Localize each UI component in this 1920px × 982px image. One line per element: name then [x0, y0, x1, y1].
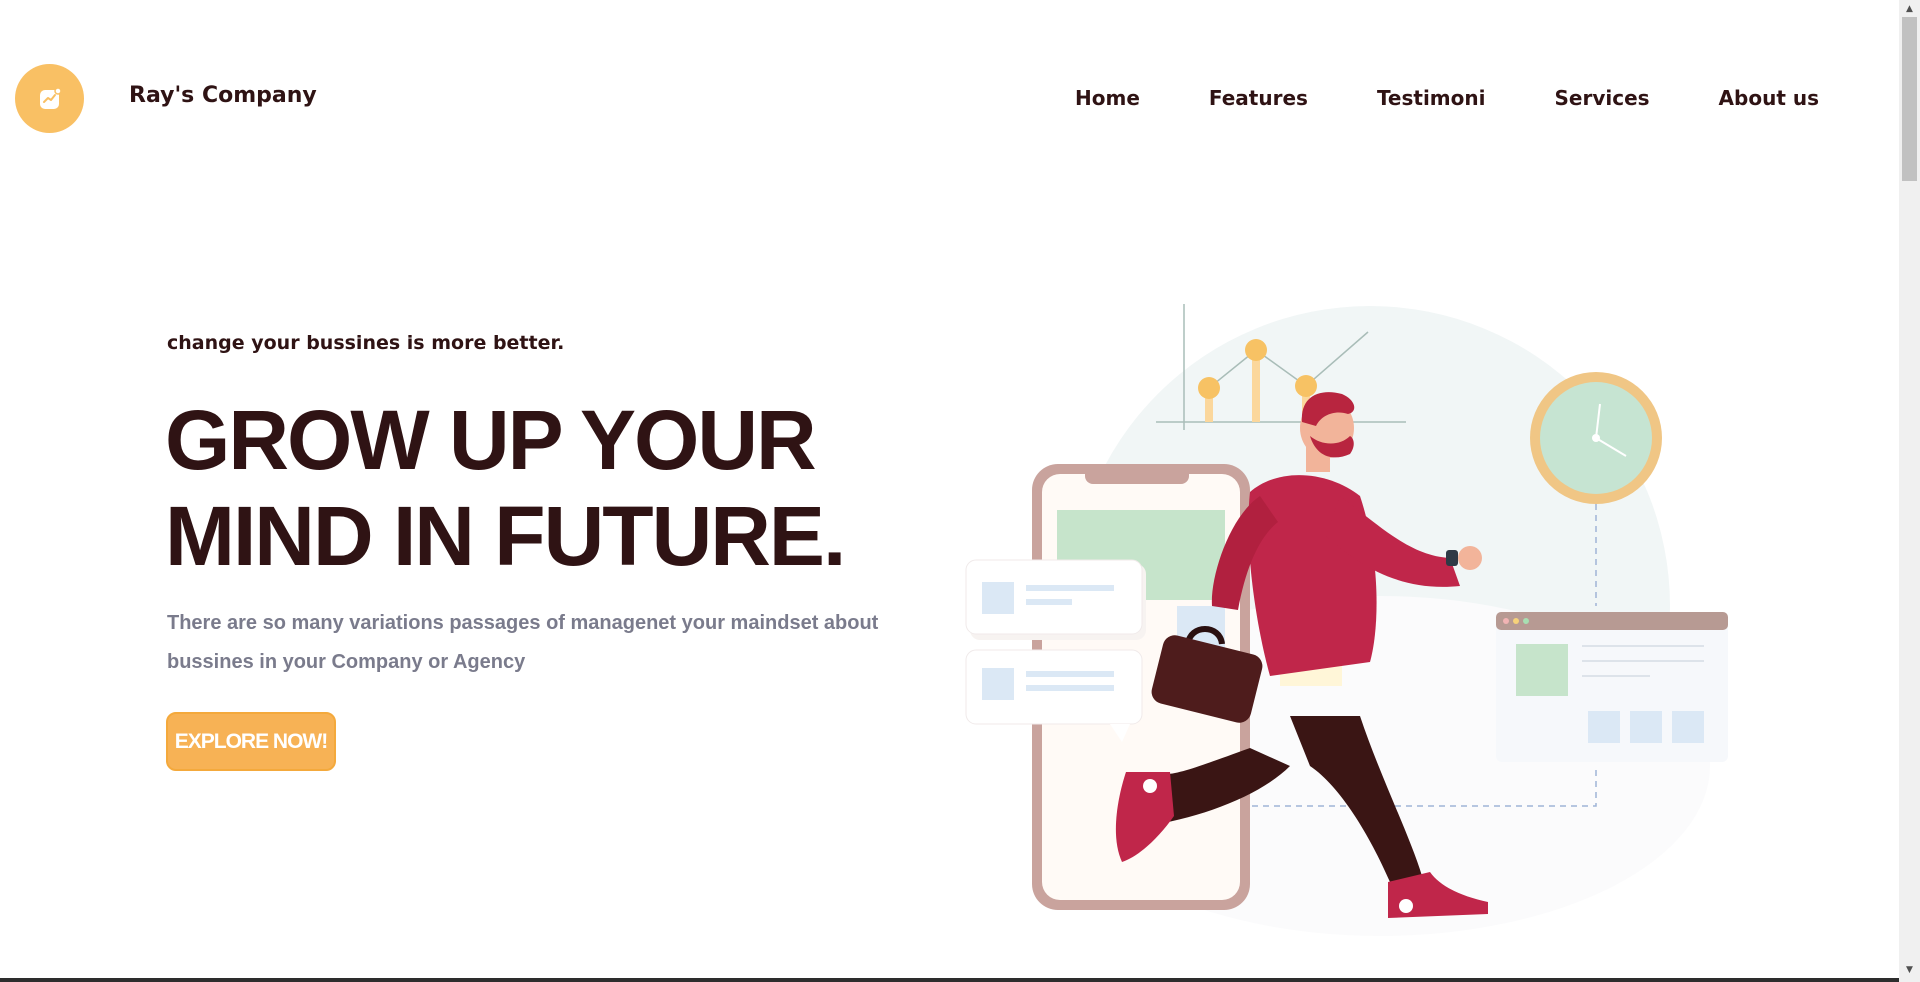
hero-headline-line-2: MIND IN FUTURE.: [165, 489, 846, 583]
window-bottom-edge: [0, 978, 1899, 982]
nav-home[interactable]: Home: [1075, 86, 1140, 110]
brand-name[interactable]: Ray's Company: [129, 83, 317, 108]
vertical-scrollbar[interactable]: ▲ ▼: [1899, 0, 1920, 982]
hero-description: There are so many variations passages of…: [167, 612, 879, 673]
hero-headline-line-1: GROW UP YOUR: [165, 393, 817, 487]
page: Ray's Company Home Features Testimoni Se…: [0, 0, 1899, 982]
explore-now-button[interactable]: EXPLORE NOW!: [166, 712, 336, 771]
main-nav: Home Features Testimoni Services About u…: [1006, 86, 1819, 110]
illustration-chat-bubbles: [965, 559, 1146, 742]
scroll-down-arrow-icon[interactable]: ▼: [1899, 961, 1920, 978]
nav-testimoni[interactable]: Testimoni: [1377, 86, 1486, 110]
nav-services[interactable]: Services: [1554, 86, 1649, 110]
illustration-browser-window: [1496, 612, 1728, 762]
chart-trend-icon: [39, 86, 62, 109]
hero-illustration: [965, 304, 1728, 936]
logo[interactable]: [15, 64, 84, 133]
scrollbar-thumb[interactable]: [1902, 17, 1917, 181]
scroll-up-arrow-icon[interactable]: ▲: [1899, 0, 1920, 17]
hero-headline: GROW UP YOUR MIND IN FUTURE.: [165, 392, 846, 584]
nav-features[interactable]: Features: [1209, 86, 1308, 110]
nav-about-us[interactable]: About us: [1719, 86, 1819, 110]
hero-eyebrow: change your bussines is more better.: [167, 332, 565, 354]
